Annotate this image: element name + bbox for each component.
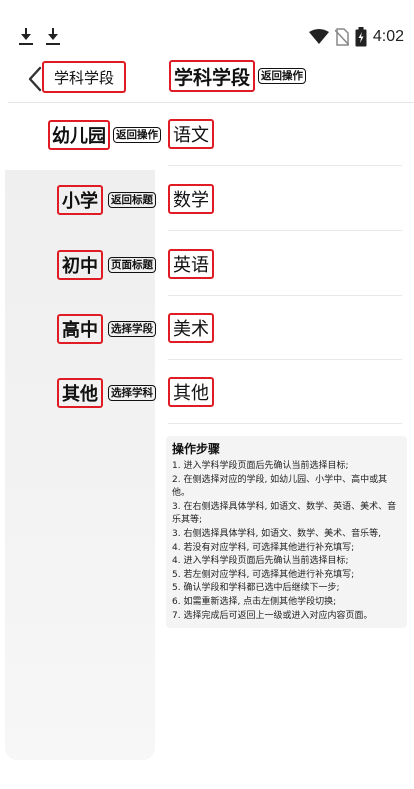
no-sim-icon <box>334 28 349 46</box>
step-item: 5. 确认学段和学科都已选中后继续下一步; <box>172 583 340 594</box>
subject-item[interactable]: 语文 <box>168 119 214 149</box>
stage-item[interactable]: 幼儿园 <box>48 120 110 150</box>
list-item: 高中 选择学段 美术 <box>0 311 414 347</box>
nav-title: 学科学段 <box>42 61 126 93</box>
row-divider <box>168 423 402 424</box>
row-divider <box>168 165 402 166</box>
row-divider <box>168 295 402 296</box>
step-item: 5. 若左侧对应学科, 可选择其他进行补充填写; <box>172 569 355 580</box>
list-item: 小学 返回标题 数学 <box>0 182 414 218</box>
stage-item[interactable]: 初中 <box>57 250 103 280</box>
row-tag: 返回操作 <box>113 127 161 143</box>
list-item: 幼儿园 返回操作 语文 <box>0 117 414 153</box>
steps-list: 1. 进入学科学段页面后先确认当前选择目标; 2. 在侧选择对应的学段, 如幼儿… <box>172 460 401 623</box>
top-bar: 学科学段 学科学段 返回操作 <box>0 58 414 102</box>
row-tag: 选择学科 <box>108 385 156 401</box>
battery-icon <box>355 27 367 47</box>
step-item: 4. 若没有对应学科, 可选择其他进行补充填写; <box>172 542 355 553</box>
step-item: 2. 在侧选择对应的学段, 如幼儿园、小学中、高中或其他。 <box>172 474 388 499</box>
subject-item[interactable]: 英语 <box>168 249 214 279</box>
subject-item[interactable]: 其他 <box>168 377 214 407</box>
row-tag: 页面标题 <box>108 257 156 273</box>
step-item: 1. 进入学科学段页面后先确认当前选择目标; <box>172 461 349 471</box>
subject-item[interactable]: 数学 <box>168 184 214 214</box>
status-bar: 4:02 <box>0 0 414 58</box>
row-tag: 选择学段 <box>108 321 156 337</box>
steps-title: 操作步骤 <box>172 442 221 456</box>
list-item: 其他 选择学科 其他 <box>0 375 414 411</box>
page-title: 学科学段 <box>169 60 255 92</box>
steps-card: 操作步骤 1. 进入学科学段页面后先确认当前选择目标; 2. 在侧选择对应的学段… <box>166 436 407 628</box>
wifi-icon <box>308 29 329 44</box>
row-divider <box>168 359 402 360</box>
subject-item[interactable]: 美术 <box>168 313 214 343</box>
stage-item[interactable]: 小学 <box>57 185 103 215</box>
step-item: 3. 右侧选择具体学科, 如语文、数学、美术、音乐等, <box>172 528 382 539</box>
status-icons: 4:02 <box>308 26 404 48</box>
step-item: 6. 如需重新选择, 点击左侧其他学段切换; <box>172 596 337 607</box>
header-tag: 返回操作 <box>258 68 306 84</box>
stage-item[interactable]: 高中 <box>57 314 103 344</box>
step-item: 4. 进入学科学段页面后先确认当前选择目标; <box>172 556 349 567</box>
stage-item[interactable]: 其他 <box>57 378 103 408</box>
step-item: 3. 在右侧选择具体学科, 如语文、数学、英语、美术、音乐其等; <box>172 501 397 526</box>
step-item: 7. 选择完成后可返回上一级或进入对应内容页面。 <box>172 610 373 621</box>
list-item: 初中 页面标题 英语 <box>0 247 414 283</box>
download-icon <box>19 28 33 46</box>
clock: 4:02 <box>372 28 404 45</box>
download-icon <box>46 28 60 46</box>
row-divider <box>168 230 402 231</box>
row-tag: 返回标题 <box>108 192 156 208</box>
